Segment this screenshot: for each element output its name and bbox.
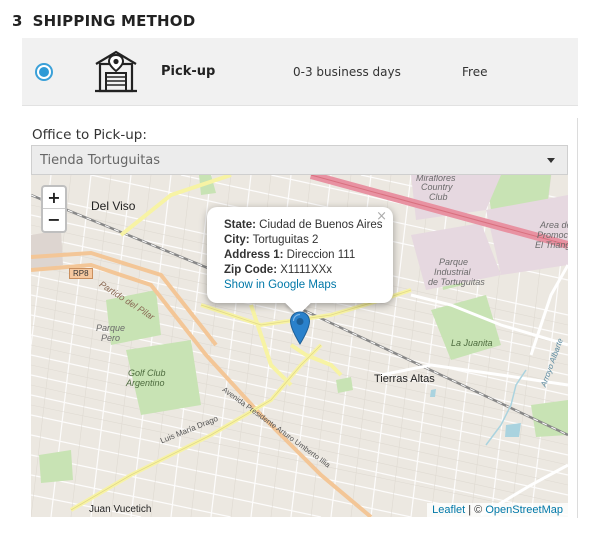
map-label-area-de: Area de: [540, 220, 568, 230]
map-label-country: Country: [421, 182, 453, 192]
leaflet-link[interactable]: Leaflet: [432, 504, 465, 516]
map-label-de-tortuguitas: de Tortuguitas: [428, 277, 485, 287]
shipping-method-price: Free: [462, 65, 488, 79]
map-label-el-triangulo: El Triang: [535, 240, 568, 250]
map-label-club: Club: [429, 192, 448, 202]
section-title: 3 SHIPPING METHOD: [12, 12, 195, 30]
shipping-method-delivery-time: 0-3 business days: [293, 65, 401, 79]
map-label-parque-pero-1: Parque: [96, 323, 126, 333]
map-pin-icon[interactable]: [289, 311, 311, 345]
location-popup: × State: Ciudad de Buenos Aires City: To…: [207, 207, 393, 316]
osm-link[interactable]: OpenStreetMap: [485, 504, 563, 516]
section-number: 3: [12, 12, 23, 30]
chevron-down-icon: [547, 158, 555, 163]
map-label-la-juanita: La Juanita: [451, 338, 493, 348]
map-label-juan-vucetich: Juan Vucetich: [89, 504, 152, 515]
shipping-method-radio[interactable]: [35, 63, 53, 81]
attribution-separator: | ©: [465, 504, 486, 516]
map-label-del-viso: Del Viso: [91, 199, 136, 213]
section-title-text: SHIPPING METHOD: [32, 12, 196, 30]
google-maps-link[interactable]: Show in Google Maps: [224, 279, 337, 291]
popup-city: City: Tortuguitas 2: [224, 234, 319, 246]
map-label-industrial: Industrial: [434, 267, 471, 277]
popup-state: State: Ciudad de Buenos Aires: [224, 219, 383, 231]
map-label-parque: Parque: [439, 257, 469, 267]
map-label-parque-pero-2: Pero: [101, 333, 121, 343]
zoom-in-button[interactable]: +: [43, 187, 65, 209]
store-icon: [95, 50, 137, 93]
pickup-map[interactable]: Del Viso Miraflores Country Club Area de…: [31, 175, 568, 517]
map-label-tierras-altas: Tierras Altas: [374, 373, 435, 385]
shipping-method-name: Pick-up: [161, 64, 216, 79]
map-label-rp8: RP8: [69, 268, 93, 279]
shipping-method-row[interactable]: Pick-up 0-3 business days Free: [22, 38, 578, 106]
divider: [577, 118, 578, 518]
map-label-golf-club-1: Golf Club: [128, 368, 166, 378]
map-attribution: Leaflet | © OpenStreetMap: [427, 503, 568, 517]
zoom-out-button[interactable]: −: [43, 209, 65, 231]
office-label: Office to Pick-up:: [32, 127, 147, 143]
map-label-golf-club-2: Argentino: [126, 378, 165, 388]
popup-zip: Zip Code: X1111XXx: [224, 264, 333, 276]
zoom-control: + −: [41, 185, 67, 233]
map-label-promocion: Promocion: [537, 230, 568, 240]
popup-address: Address 1: Direccion 111: [224, 249, 356, 261]
office-select-value: Tienda Tortuguitas: [40, 153, 161, 168]
office-select[interactable]: Tienda Tortuguitas: [31, 145, 568, 175]
